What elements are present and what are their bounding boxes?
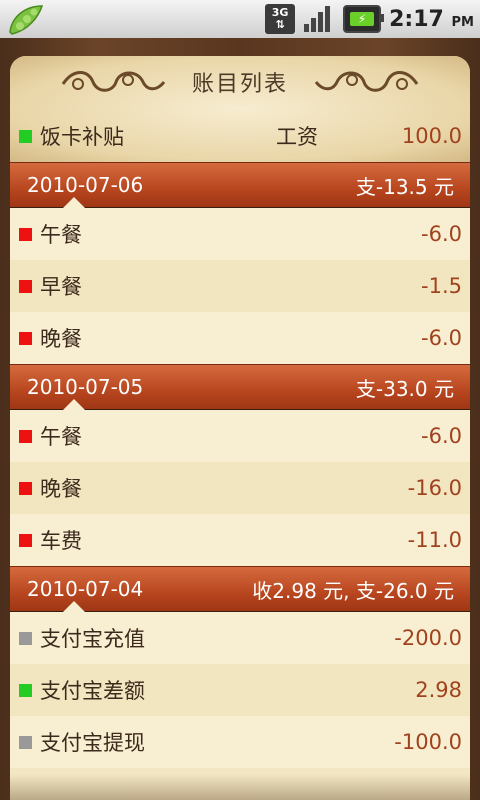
group-summary: 支-33.0 元 <box>355 376 454 401</box>
battery-charging-icon: ⚡ <box>343 5 385 33</box>
list-item[interactable]: 早餐 -1.5 <box>10 260 470 312</box>
item-name: 午餐 <box>40 425 82 449</box>
neutral-marker-icon <box>19 631 32 645</box>
income-marker-icon <box>19 129 32 143</box>
clock: 2:17 PM <box>389 6 474 32</box>
item-name: 午餐 <box>40 223 82 247</box>
item-name: 饭卡补贴 <box>40 125 124 149</box>
item-amount: -100.0 <box>394 730 462 754</box>
list-item[interactable]: 午餐 -6.0 <box>10 208 470 260</box>
item-name: 支付宝差额 <box>40 679 145 703</box>
item-amount: -6.0 <box>421 424 462 448</box>
item-amount: -6.0 <box>421 326 462 350</box>
item-name: 晚餐 <box>40 327 82 351</box>
item-name: 晚餐 <box>40 477 82 501</box>
list-item[interactable]: 车费 -11.0 <box>10 514 470 566</box>
list-item[interactable]: 支付宝充值 -200.0 <box>10 612 470 664</box>
expense-marker-icon <box>19 331 32 345</box>
item-name: 车费 <box>40 529 82 553</box>
expense-marker-icon <box>19 533 32 547</box>
status-bar: 3G ⇅ ⚡ 2:17 PM <box>0 0 480 38</box>
list-item[interactable]: 晚餐 -6.0 <box>10 312 470 364</box>
expense-marker-icon <box>19 429 32 443</box>
neutral-marker-icon <box>19 735 32 749</box>
item-name: 早餐 <box>40 275 82 299</box>
list-item[interactable]: 午餐 -6.0 <box>10 410 470 462</box>
item-amount: -11.0 <box>407 528 462 552</box>
item-amount: -1.5 <box>421 274 462 298</box>
list-item[interactable]: 支付宝差额 2.98 <box>10 664 470 716</box>
group-summary: 支-13.5 元 <box>355 174 454 199</box>
item-name: 支付宝充值 <box>40 627 145 651</box>
list-item[interactable]: 饭卡补贴 工资 100.0 <box>10 110 470 162</box>
expense-marker-icon <box>19 227 32 241</box>
date-group-header[interactable]: 2010-07-04 收2.98 元, 支-26.0 元 <box>10 566 470 613</box>
ornament-right-icon <box>314 71 419 92</box>
group-date: 2010-07-05 <box>27 375 144 399</box>
list-item[interactable]: 晚餐 -16.0 <box>10 462 470 514</box>
group-date: 2010-07-06 <box>27 173 144 197</box>
network-3g-icon: 3G ⇅ <box>265 4 296 34</box>
item-amount: 100.0 <box>401 124 462 148</box>
date-group-header[interactable]: 2010-07-05 支-33.0 元 <box>10 364 470 411</box>
pea-pod-app-icon <box>9 5 44 35</box>
item-amount: -6.0 <box>421 222 462 246</box>
expense-marker-icon <box>19 481 32 495</box>
signal-strength-icon <box>303 4 335 34</box>
ledger-panel: 账目列表 饭卡补贴 工资 100.0 2010-07-06 支-13.5 元 午… <box>10 56 470 800</box>
item-category: 工资 <box>276 125 318 149</box>
item-amount: -16.0 <box>407 476 462 500</box>
expense-marker-icon <box>19 279 32 293</box>
item-amount: 2.98 <box>415 678 462 702</box>
income-marker-icon <box>19 683 32 697</box>
group-summary: 收2.98 元, 支-26.0 元 <box>252 578 454 603</box>
group-date: 2010-07-04 <box>27 577 144 601</box>
date-group-header[interactable]: 2010-07-06 支-13.5 元 <box>10 162 470 209</box>
list-item[interactable]: 支付宝提现 -100.0 <box>10 716 470 768</box>
item-name: 支付宝提现 <box>40 731 145 755</box>
bottom-shadow <box>10 774 470 800</box>
item-amount: -200.0 <box>394 626 462 650</box>
